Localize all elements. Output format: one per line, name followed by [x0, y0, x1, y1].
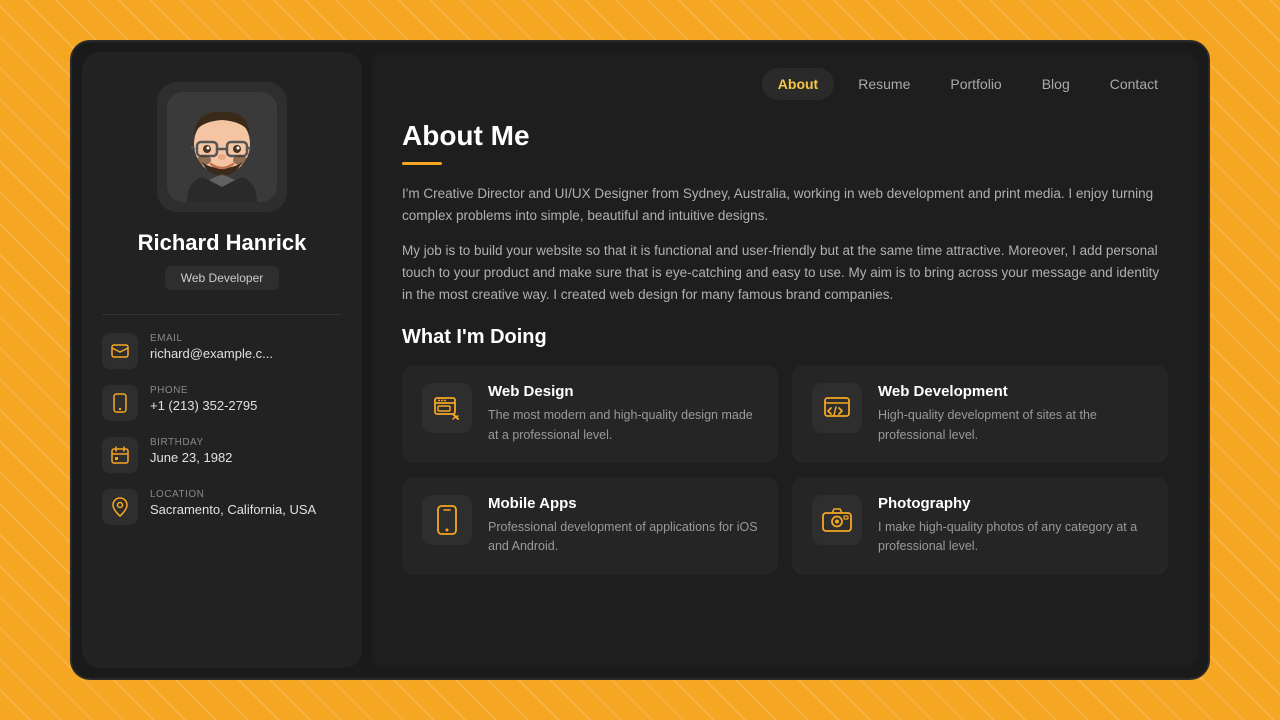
phone-icon [102, 385, 138, 421]
user-name: Richard Hanrick [138, 230, 307, 256]
title-underline [402, 162, 442, 165]
mobile-icon [422, 495, 472, 545]
avatar-wrapper [157, 82, 287, 212]
location-icon [102, 489, 138, 525]
service-photo: Photography I make high-quality photos o… [792, 477, 1168, 575]
web-dev-info: Web Development High-quality development… [878, 383, 1148, 445]
service-web-design: Web Design The most modern and high-qual… [402, 365, 778, 463]
location-info: LOCATION Sacramento, California, USA [150, 489, 316, 517]
birthday-info: BIRTHDAY June 23, 1982 [150, 437, 232, 465]
service-mobile: Mobile Apps Professional development of … [402, 477, 778, 575]
service-web-dev: Web Development High-quality development… [792, 365, 1168, 463]
photo-title: Photography [878, 495, 1148, 512]
contact-list: EMAIL richard@example.c... PHONE +1 (213… [102, 333, 342, 525]
phone-value: +1 (213) 352-2795 [150, 398, 257, 413]
sidebar-divider [102, 314, 342, 315]
about-title: About Me [402, 120, 1168, 152]
main-panel: About Resume Portfolio Blog Contact Abou… [372, 52, 1198, 668]
email-value: richard@example.c... [150, 346, 273, 361]
services-title: What I'm Doing [402, 326, 1168, 349]
mobile-title: Mobile Apps [488, 495, 758, 512]
email-info: EMAIL richard@example.c... [150, 333, 273, 361]
birthday-label: BIRTHDAY [150, 437, 232, 448]
nav-contact[interactable]: Contact [1094, 68, 1174, 100]
about-paragraph-2: My job is to build your website so that … [402, 240, 1168, 307]
web-design-desc: The most modern and high-quality design … [488, 406, 758, 445]
location-value: Sacramento, California, USA [150, 502, 316, 517]
web-dev-title: Web Development [878, 383, 1148, 400]
nav-blog[interactable]: Blog [1026, 68, 1086, 100]
navigation: About Resume Portfolio Blog Contact [372, 52, 1198, 100]
phone-label: PHONE [150, 385, 257, 396]
phone-info: PHONE +1 (213) 352-2795 [150, 385, 257, 413]
photo-desc: I make high-quality photos of any catego… [878, 518, 1148, 557]
avatar [167, 92, 277, 202]
user-badge: Web Developer [165, 266, 280, 290]
web-design-icon [422, 383, 472, 433]
web-dev-icon [812, 383, 862, 433]
mobile-desc: Professional development of applications… [488, 518, 758, 557]
contact-email: EMAIL richard@example.c... [102, 333, 342, 369]
web-design-info: Web Design The most modern and high-qual… [488, 383, 758, 445]
nav-portfolio[interactable]: Portfolio [934, 68, 1017, 100]
contact-birthday: BIRTHDAY June 23, 1982 [102, 437, 342, 473]
calendar-icon [102, 437, 138, 473]
about-paragraph-1: I'm Creative Director and UI/UX Designer… [402, 183, 1168, 228]
email-icon [102, 333, 138, 369]
sidebar: Richard Hanrick Web Developer EMAIL rich… [82, 52, 362, 668]
contact-location: LOCATION Sacramento, California, USA [102, 489, 342, 525]
photo-info: Photography I make high-quality photos o… [878, 495, 1148, 557]
photo-icon [812, 495, 862, 545]
main-card: Richard Hanrick Web Developer EMAIL rich… [70, 40, 1210, 680]
nav-resume[interactable]: Resume [842, 68, 926, 100]
services-grid: Web Design The most modern and high-qual… [402, 365, 1168, 575]
web-dev-desc: High-quality development of sites at the… [878, 406, 1148, 445]
location-label: LOCATION [150, 489, 316, 500]
contact-phone: PHONE +1 (213) 352-2795 [102, 385, 342, 421]
nav-about[interactable]: About [762, 68, 834, 100]
email-label: EMAIL [150, 333, 273, 344]
web-design-title: Web Design [488, 383, 758, 400]
mobile-info: Mobile Apps Professional development of … [488, 495, 758, 557]
content-area: About Me I'm Creative Director and UI/UX… [372, 100, 1198, 668]
birthday-value: June 23, 1982 [150, 450, 232, 465]
